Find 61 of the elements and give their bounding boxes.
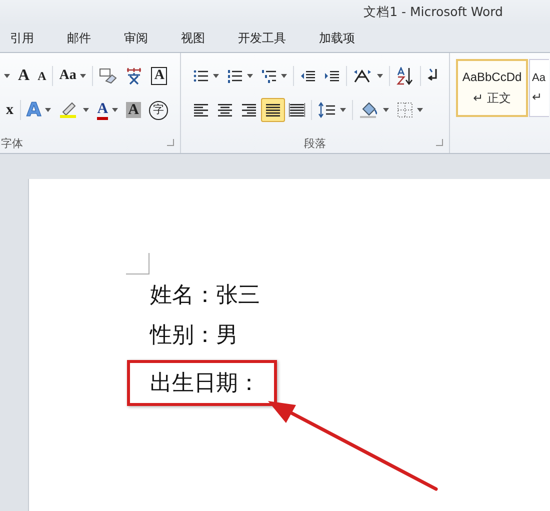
window-title: 文档1 - Microsoft Word (364, 4, 503, 21)
margin-corner-mark (126, 253, 150, 275)
caret-icon (247, 74, 253, 78)
caret-icon (45, 108, 52, 112)
paint-bucket-icon (359, 101, 379, 119)
justify-align-icon (265, 103, 281, 117)
toolbar-button[interactable]: A (34, 64, 50, 88)
borders-icon (397, 102, 413, 118)
document-text: 姓名：张三 (150, 281, 260, 309)
document-text: 性别：男 (150, 321, 238, 349)
caret-icon (213, 74, 219, 78)
caret-icon (377, 74, 383, 78)
text-direction-icon (353, 69, 373, 83)
change-case-icon: Aa (59, 68, 76, 84)
align-button[interactable] (261, 98, 285, 122)
group-label: 字体 (1, 136, 23, 150)
multilevel-list-icon (261, 69, 277, 83)
center-align-icon (217, 103, 233, 117)
dropdown-arrow-icon (3, 73, 11, 79)
toolbar-button[interactable]: A (122, 98, 145, 122)
caret-icon (281, 74, 287, 78)
ribbon-tab[interactable]: 开发工具 (228, 26, 296, 51)
right-align-icon (241, 103, 257, 117)
document-text: 出生日期： (150, 370, 260, 395)
ribbon-tab[interactable]: 加载项 (309, 26, 365, 51)
distributed-align-icon (289, 103, 305, 117)
caret-icon (80, 74, 86, 78)
decrease-indent-icon (300, 69, 316, 83)
ribbon-tab[interactable]: 引用 (0, 26, 44, 51)
grow-font-icon: A (18, 68, 30, 84)
ribbon-tab[interactable]: 审阅 (114, 26, 158, 51)
toolbar-button[interactable]: A (147, 64, 172, 88)
ribbon-tab[interactable]: 视图 (171, 26, 215, 51)
toolbar-button[interactable]: A (14, 64, 34, 88)
increase-indent-icon (324, 69, 340, 83)
left-align-icon (193, 103, 209, 117)
toolbar-button[interactable]: Aa (55, 64, 90, 88)
character-border-icon: A (151, 67, 168, 85)
ribbon-tab[interactable]: 邮件 (57, 26, 101, 51)
dialog-launcher-icon[interactable] (167, 139, 174, 146)
group-label: 段落 (304, 136, 326, 150)
bullet-list-icon (193, 69, 209, 83)
enclose-character-icon: 字 (148, 100, 168, 120)
text-effects-icon: A (26, 102, 42, 118)
character-shading-icon: A (126, 102, 141, 118)
caret-icon (417, 108, 423, 112)
sort-icon (396, 67, 414, 85)
numbered-list-icon (227, 69, 243, 83)
style-gallery-item[interactable]: AaBbCcDd ↵ 正文 (456, 59, 528, 117)
toolbar-button[interactable]: x (2, 98, 18, 122)
toolbar-button[interactable]: A (93, 98, 122, 122)
superscript-icon: x (6, 102, 14, 118)
toolbar-button[interactable]: 字 (144, 98, 172, 122)
shrink-font-icon: A (38, 68, 46, 84)
dialog-launcher-icon[interactable] (436, 139, 443, 146)
caret-icon (383, 108, 389, 112)
line-spacing-icon (318, 102, 336, 118)
caret-icon (83, 108, 90, 112)
caret-icon (112, 108, 118, 112)
style-gallery-item[interactable]: Aa ↵ (529, 59, 549, 117)
caret-icon (340, 108, 346, 112)
